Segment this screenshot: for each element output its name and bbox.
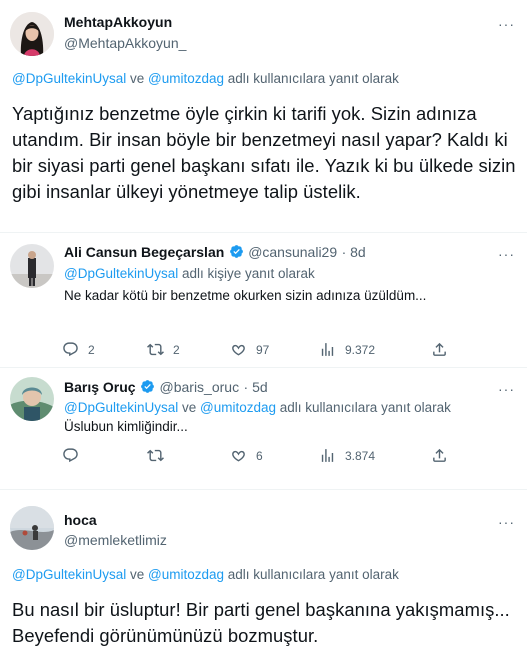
verified-badge-icon xyxy=(229,244,248,261)
tweet-text: Bu nasıl bir üsluptur! Bir parti genel b… xyxy=(12,599,510,646)
mention-link[interactable]: @umitozdag xyxy=(200,400,276,415)
divider xyxy=(0,489,527,490)
views-icon xyxy=(321,449,334,462)
divider xyxy=(0,367,527,368)
mention-link[interactable]: @DpGultekinUysal xyxy=(64,400,178,415)
display-name[interactable]: hoca xyxy=(64,512,97,528)
reply-button[interactable]: 2 xyxy=(62,341,147,358)
avatar[interactable] xyxy=(10,506,54,550)
share-button[interactable] xyxy=(431,341,448,358)
mention-link[interactable]: @DpGultekinUysal xyxy=(12,567,126,582)
like-button[interactable]: 6 xyxy=(230,447,319,464)
mention-link[interactable]: @umitozdag xyxy=(148,71,224,86)
views-icon xyxy=(321,343,334,356)
avatar[interactable] xyxy=(10,377,54,421)
user-handle[interactable]: @memleketlimiz xyxy=(64,532,167,548)
display-name[interactable]: Ali Cansun Begeçarslan xyxy=(64,244,224,260)
divider xyxy=(0,232,527,233)
views-button[interactable]: 3.874 xyxy=(319,447,431,464)
share-button[interactable] xyxy=(431,447,448,464)
retweet-icon xyxy=(147,343,164,356)
reply-context: @DpGultekinUysal ve @umitozdag adlı kull… xyxy=(64,400,451,415)
user-handle[interactable]: @cansunali29 xyxy=(248,244,337,260)
retweet-icon xyxy=(147,449,164,462)
reply-icon xyxy=(63,342,78,357)
share-icon xyxy=(433,342,446,356)
user-handle[interactable]: @baris_oruc xyxy=(160,379,240,395)
tweet-text: Ne kadar kötü bir benzetme okurken sizin… xyxy=(64,288,427,303)
more-icon[interactable]: ··· xyxy=(498,514,515,530)
reply-context: @DpGultekinUysal ve @umitozdag adlı kull… xyxy=(12,71,399,86)
like-count: 97 xyxy=(256,342,270,357)
reply-context: @DpGultekinUysal adlı kişiye yanıt olara… xyxy=(64,266,315,281)
display-name[interactable]: Barış Oruç xyxy=(64,379,136,395)
views-button[interactable]: 9.372 xyxy=(319,341,431,358)
like-button[interactable]: 97 xyxy=(230,341,319,358)
more-icon[interactable]: ··· xyxy=(498,381,515,397)
user-handle[interactable]: @MehtapAkkoyun_ xyxy=(64,35,186,51)
reply-button[interactable] xyxy=(62,447,147,464)
mention-link[interactable]: @DpGultekinUysal xyxy=(12,71,126,86)
mention-link[interactable]: @umitozdag xyxy=(148,567,224,582)
timestamp[interactable]: · 8d xyxy=(342,244,366,260)
display-name[interactable]: MehtapAkkoyun xyxy=(64,14,172,30)
tweet-text: Üslubun kimliğindir... xyxy=(64,419,188,434)
views-count: 3.874 xyxy=(345,448,376,463)
like-icon xyxy=(232,450,245,462)
more-icon[interactable]: ··· xyxy=(498,246,515,262)
reply-icon xyxy=(63,448,78,463)
mention-link[interactable]: @DpGultekinUysal xyxy=(64,266,178,281)
more-icon[interactable]: ··· xyxy=(498,16,515,32)
tweet-text: Yaptığınız benzetme öyle çirkin ki tarif… xyxy=(12,103,516,202)
like-icon xyxy=(232,344,245,356)
avatar[interactable] xyxy=(10,244,54,288)
reply-context: @DpGultekinUysal ve @umitozdag adlı kull… xyxy=(12,567,399,582)
retweet-button[interactable]: 2 xyxy=(147,341,230,358)
verified-badge-icon xyxy=(140,379,159,396)
retweet-button[interactable] xyxy=(147,447,230,464)
share-icon xyxy=(433,448,446,462)
views-count: 9.372 xyxy=(345,342,376,357)
like-count: 6 xyxy=(256,448,263,463)
timestamp[interactable]: · 5d xyxy=(244,379,268,395)
reply-count: 2 xyxy=(88,342,95,357)
retweet-count: 2 xyxy=(173,342,180,357)
avatar[interactable] xyxy=(10,12,54,56)
